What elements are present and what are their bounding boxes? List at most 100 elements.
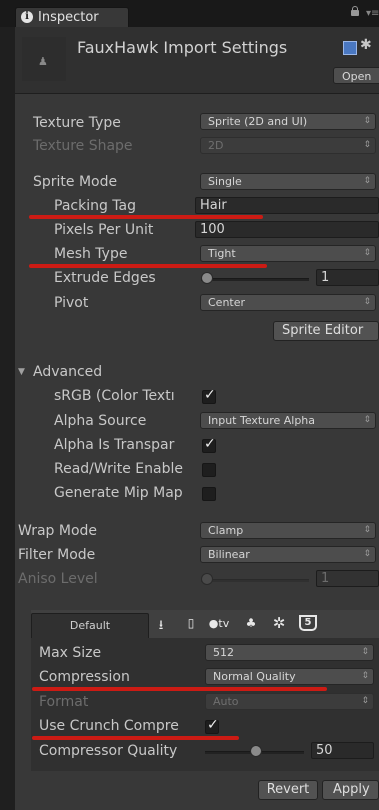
compressor-quality-slider-knob[interactable]: [250, 745, 262, 757]
texture-thumbnail: ♟: [22, 37, 66, 81]
download-icon[interactable]: ⭳: [151, 616, 171, 638]
alpha-transparency-checkbox[interactable]: ✓: [202, 436, 216, 453]
format-dropdown: Auto ⇕: [205, 693, 374, 710]
aniso-level-slider-knob: [201, 573, 213, 585]
checkmark-icon: ✓: [207, 717, 219, 733]
gear-icon[interactable]: ✱: [360, 37, 372, 53]
format-value: Auto: [213, 695, 239, 708]
filter-mode-dropdown[interactable]: Bilinear ⇕: [200, 546, 376, 563]
import-settings-header: ♟ FauxHawk Import Settings ✱ Open: [15, 27, 379, 94]
highlight-underline: [32, 687, 327, 691]
texture-shape-value: 2D: [208, 139, 224, 152]
format-label: Format: [39, 694, 89, 710]
webgl-icon[interactable]: ✲: [269, 614, 289, 632]
apply-button[interactable]: Apply: [322, 780, 379, 800]
tab-menu-icon[interactable]: ▾≡: [366, 8, 379, 19]
alpha-source-value: Input Texture Alpha: [208, 414, 316, 427]
extrude-edges-input[interactable]: 1: [316, 269, 379, 286]
html5-label: 5: [304, 617, 312, 628]
read-write-label: Read/Write Enable: [54, 461, 183, 477]
highlight-underline: [29, 264, 267, 268]
compressor-quality-input[interactable]: 50: [311, 742, 374, 759]
dropdown-arrow-icon: ⇕: [363, 116, 371, 126]
texture-shape-label: Texture Shape: [33, 138, 133, 154]
texture-type-label: Texture Type: [33, 115, 121, 131]
alpha-source-label: Alpha Source: [54, 413, 147, 429]
aniso-level-input: 1: [316, 570, 379, 587]
android-icon[interactable]: ♣: [241, 616, 261, 630]
pixels-per-unit-input[interactable]: 100: [195, 221, 379, 238]
sprite-mode-value: Single: [208, 175, 242, 188]
sprite-editor-button[interactable]: Sprite Editor: [273, 321, 379, 341]
max-size-dropdown[interactable]: 512 ⇕: [205, 644, 374, 661]
wrap-mode-value: Clamp: [208, 524, 244, 537]
html5-icon[interactable]: 5: [299, 615, 317, 631]
max-size-value: 512: [213, 646, 234, 659]
dropdown-arrow-icon: ⇕: [361, 696, 369, 706]
checkmark-icon: ✓: [204, 387, 216, 403]
wrap-mode-label: Wrap Mode: [18, 523, 98, 539]
sprite-mode-label: Sprite Mode: [33, 174, 118, 190]
compression-dropdown[interactable]: Normal Quality ⇕: [205, 668, 374, 685]
mesh-type-dropdown[interactable]: Tight ⇕: [200, 245, 376, 262]
inspector-tab-bar: i Inspector ▾≡: [0, 0, 379, 28]
dropdown-arrow-icon: ⇕: [363, 297, 371, 307]
lock-icon[interactable]: [351, 6, 359, 16]
inspector-panel: ♟ FauxHawk Import Settings ✱ Open Textur…: [15, 27, 379, 810]
texture-type-value: Sprite (2D and UI): [208, 115, 308, 128]
tab-default[interactable]: Default: [31, 613, 149, 638]
phone-icon[interactable]: ▯: [181, 616, 201, 630]
page-title: FauxHawk Import Settings: [77, 38, 288, 57]
compression-label: Compression: [39, 669, 130, 685]
pixels-per-unit-label: Pixels Per Unit: [54, 222, 154, 238]
srgb-label: sRGB (Color Textı: [54, 388, 175, 404]
srgb-checkbox[interactable]: ✓: [202, 387, 216, 404]
dropdown-arrow-icon: ⇕: [363, 525, 371, 535]
crunch-compression-checkbox[interactable]: ✓: [205, 717, 219, 734]
dropdown-arrow-icon: ⇕: [363, 176, 371, 186]
mip-maps-checkbox[interactable]: [202, 487, 216, 501]
packing-tag-input[interactable]: Hair: [195, 197, 379, 214]
mip-maps-label: Generate Mip Map: [54, 485, 183, 501]
packing-tag-label: Packing Tag: [54, 198, 136, 214]
checkmark-icon: ✓: [204, 436, 216, 452]
advanced-foldout-arrow-icon[interactable]: ▼: [18, 367, 25, 377]
texture-shape-dropdown: 2D ⇕: [200, 137, 376, 154]
compression-value: Normal Quality: [213, 670, 296, 683]
appletv-label: tv: [218, 617, 230, 630]
dropdown-arrow-icon: ⇕: [361, 647, 369, 657]
help-book-icon[interactable]: [343, 41, 357, 55]
info-icon: i: [21, 11, 33, 23]
mesh-type-label: Mesh Type: [54, 246, 128, 262]
alpha-transparency-label: Alpha Is Transpar: [54, 437, 175, 453]
max-size-label: Max Size: [39, 645, 102, 661]
dropdown-arrow-icon: ⇕: [363, 140, 371, 150]
read-write-checkbox[interactable]: [202, 463, 216, 477]
advanced-foldout-label[interactable]: Advanced: [33, 364, 102, 380]
mesh-type-value: Tight: [208, 247, 236, 260]
extrude-edges-slider-knob[interactable]: [201, 272, 213, 284]
aniso-level-label: Aniso Level: [18, 571, 98, 587]
inspector-tab-label: Inspector: [38, 10, 99, 25]
wrap-mode-dropdown[interactable]: Clamp ⇕: [200, 522, 376, 539]
pivot-label: Pivot: [54, 295, 89, 311]
inspector-tab[interactable]: i Inspector: [15, 7, 129, 28]
appletv-icon[interactable]: ●tv: [204, 617, 234, 630]
sprite-mode-dropdown[interactable]: Single ⇕: [200, 173, 376, 190]
pivot-dropdown[interactable]: Center ⇕: [200, 294, 376, 311]
alpha-source-dropdown[interactable]: Input Texture Alpha ⇕: [200, 412, 376, 429]
apple-icon: ●: [208, 617, 219, 630]
highlight-underline: [32, 736, 239, 740]
dropdown-arrow-icon: ⇕: [363, 248, 371, 258]
dropdown-arrow-icon: ⇕: [363, 415, 371, 425]
extrude-edges-label: Extrude Edges: [54, 270, 156, 286]
extrude-edges-slider-track[interactable]: [201, 278, 309, 281]
compressor-quality-label: Compressor Quality: [39, 743, 178, 759]
crunch-compression-label: Use Crunch Compre: [39, 718, 179, 734]
highlight-underline: [29, 215, 263, 219]
texture-type-dropdown[interactable]: Sprite (2D and UI) ⇕: [200, 113, 376, 130]
open-button[interactable]: Open: [333, 67, 379, 84]
revert-button[interactable]: Revert: [258, 780, 318, 800]
pivot-value: Center: [208, 296, 246, 309]
platform-tab-bar: Default ⭳ ▯ ●tv ♣ ✲ 5: [31, 610, 379, 639]
